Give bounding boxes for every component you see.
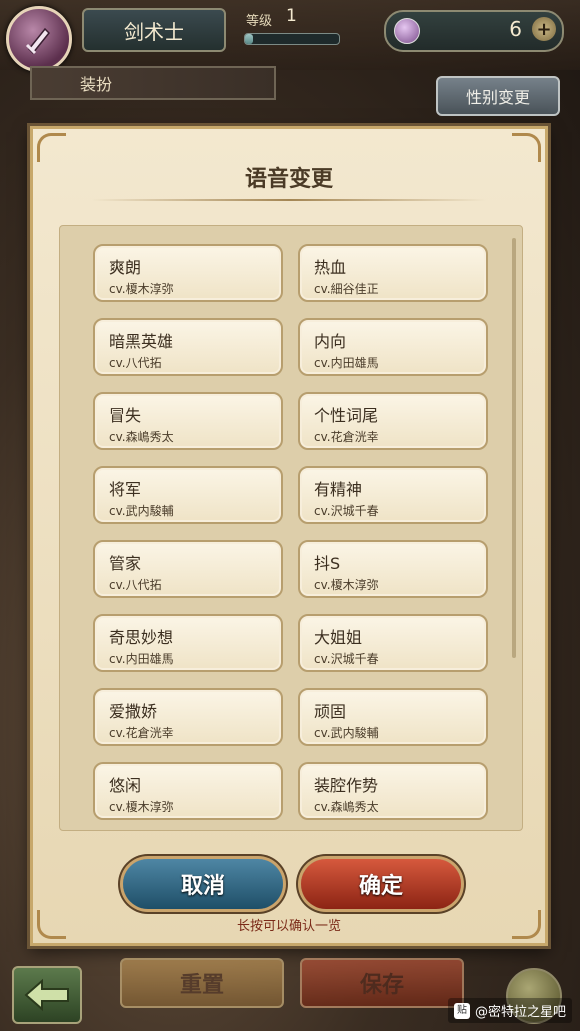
voice-option[interactable]: 内向 cv.内田雄馬 [298, 318, 488, 376]
voice-name: 内向 [314, 332, 347, 351]
dialog-corner-ornament [37, 133, 66, 162]
voice-option[interactable]: 有精神 cv.沢城千春 [298, 466, 488, 524]
voice-name: 暗黑英雄 [109, 332, 174, 351]
gender-change-button[interactable]: 性别变更 [436, 76, 560, 116]
save-button[interactable]: 保存 [300, 958, 464, 1008]
voice-row: 暗黑英雄 cv.八代拓 内向 cv.内田雄馬 [93, 318, 493, 378]
voice-option[interactable]: 抖S cv.榎木淳弥 [298, 540, 488, 598]
gem-count: 6 [509, 17, 522, 41]
voice-row: 冒失 cv.森嶋秀太 个性词尾 cv.花倉洸幸 [93, 392, 493, 452]
class-name: 剑术士 [82, 8, 226, 52]
voice-actor: cv.森嶋秀太 [314, 800, 379, 814]
voice-name: 爱撒娇 [109, 702, 158, 721]
voice-change-dialog: 语音变更 爽朗 cv.榎木淳弥 热血 cv.細谷佳正暗黑英雄 cv.八代拓 内向 cv.内田… [30, 126, 548, 946]
top-bar: 剑术士 等级 1 6 + [0, 0, 580, 72]
voice-name: 顽固 [314, 702, 347, 721]
title-divider [91, 199, 487, 201]
tieba-icon: 贴 [453, 1002, 470, 1019]
voice-name: 冒失 [109, 406, 142, 425]
voice-option[interactable]: 冒失 cv.森嶋秀太 [93, 392, 283, 450]
voice-option[interactable]: 爱撒娇 cv.花倉洸幸 [93, 688, 283, 746]
voice-name: 抖S [314, 554, 341, 573]
dialog-corner-ornament [512, 133, 541, 162]
voice-row: 悠闲 cv.榎木淳弥 装腔作势 cv.森嶋秀太 [93, 762, 493, 822]
voice-option[interactable]: 装腔作势 cv.森嶋秀太 [298, 762, 488, 820]
voice-actor: cv.榎木淳弥 [109, 282, 174, 296]
cancel-button[interactable]: 取消 [123, 859, 283, 909]
voice-name: 将军 [109, 480, 142, 499]
long-press-hint: 长按可以确认一览 [236, 919, 341, 934]
outfit-tab[interactable]: 装扮 [30, 66, 276, 100]
voice-row: 管家 cv.八代拓 抖S cv.榎木淳弥 [93, 540, 493, 600]
voice-actor: cv.武内駿輔 [314, 726, 379, 740]
voice-actor: cv.内田雄馬 [314, 356, 379, 370]
voice-option[interactable]: 顽固 cv.武内駿輔 [298, 688, 488, 746]
add-gem-button[interactable]: + [532, 17, 556, 41]
voice-row: 将军 cv.武内駿輔 有精神 cv.沢城千春 [93, 466, 493, 526]
voice-name: 爽朗 [109, 258, 142, 277]
voice-option[interactable]: 暗黑英雄 cv.八代拓 [93, 318, 283, 376]
back-arrow-icon [24, 978, 69, 1012]
voice-option[interactable]: 奇思妙想 cv.内田雄馬 [93, 614, 283, 672]
voice-name: 奇思妙想 [109, 628, 174, 647]
voice-name: 有精神 [314, 480, 363, 499]
level-indicator: 等级 1 [236, 6, 366, 48]
voice-name: 装腔作势 [314, 776, 379, 795]
gem-counter: 6 + [384, 10, 564, 52]
confirm-button[interactable]: 确定 [301, 859, 461, 909]
voice-actor: cv.内田雄馬 [109, 652, 174, 666]
level-value: 1 [286, 6, 297, 26]
dialog-title: 语音变更 [244, 167, 333, 192]
voice-actor: cv.細谷佳正 [314, 282, 379, 296]
voice-actor: cv.武内駿輔 [109, 504, 174, 518]
voice-option[interactable]: 将军 cv.武内駿輔 [93, 466, 283, 524]
voice-option[interactable]: 爽朗 cv.榎木淳弥 [93, 244, 283, 302]
voice-row: 奇思妙想 cv.内田雄馬 大姐姐 cv.沢城千春 [93, 614, 493, 674]
voice-option[interactable]: 管家 cv.八代拓 [93, 540, 283, 598]
voice-name: 大姐姐 [314, 628, 363, 647]
voice-option[interactable]: 热血 cv.細谷佳正 [298, 244, 488, 302]
voice-name: 个性词尾 [314, 406, 379, 425]
level-label: 等级 [246, 14, 273, 29]
voice-row: 爽朗 cv.榎木淳弥 热血 cv.細谷佳正 [93, 244, 493, 304]
voice-name: 热血 [314, 258, 347, 277]
level-progress-fill [245, 34, 253, 44]
reset-button[interactable]: 重置 [120, 958, 284, 1008]
voice-option[interactable]: 大姐姐 cv.沢城千春 [298, 614, 488, 672]
voice-list[interactable]: 爽朗 cv.榎木淳弥 热血 cv.細谷佳正 暗黑英雄 cv.八代拓 内向 cv.内田雄馬 冒失 c… [59, 225, 523, 831]
voice-option[interactable]: 个性词尾 cv.花倉洸幸 [298, 392, 488, 450]
voice-name: 管家 [109, 554, 142, 573]
gem-icon [394, 18, 420, 44]
voice-row: 爱撒娇 cv.花倉洸幸 顽固 cv.武内駿輔 [93, 688, 493, 748]
voice-actor: cv.榎木淳弥 [314, 578, 379, 592]
voice-actor: cv.八代拓 [109, 578, 162, 592]
class-badge[interactable] [6, 6, 72, 72]
voice-actor: cv.沢城千春 [314, 504, 379, 518]
voice-list-scrollbar[interactable] [512, 238, 516, 658]
sword-emblem-icon [25, 27, 51, 55]
watermark-text: @密特拉之星吧 [474, 1005, 566, 1020]
voice-actor: cv.沢城千春 [314, 652, 379, 666]
watermark: 贴 @密特拉之星吧 [447, 998, 572, 1023]
voice-actor: cv.花倉洸幸 [314, 430, 379, 444]
voice-actor: cv.森嶋秀太 [109, 430, 174, 444]
level-progress-bar [244, 33, 340, 45]
voice-actor: cv.八代拓 [109, 356, 162, 370]
back-button[interactable] [12, 966, 82, 1024]
voice-option[interactable]: 悠闲 cv.榎木淳弥 [93, 762, 283, 820]
voice-name: 悠闲 [109, 776, 142, 795]
voice-actor: cv.花倉洸幸 [109, 726, 174, 740]
voice-actor: cv.榎木淳弥 [109, 800, 174, 814]
